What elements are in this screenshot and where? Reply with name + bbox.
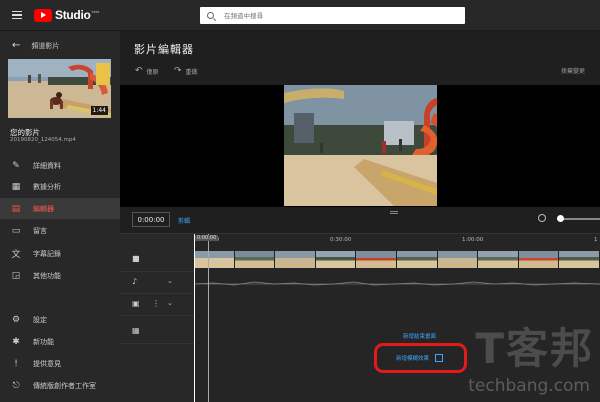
watermark-chinese: T客邦 <box>475 324 594 373</box>
ruler-tick: 1 <box>594 237 598 243</box>
video-preview[interactable] <box>120 85 600 207</box>
clip-frame <box>518 251 560 268</box>
highlight-annotation <box>374 343 467 373</box>
resize-handle[interactable] <box>390 211 398 214</box>
undo-label: 復原 <box>146 68 159 76</box>
blur-grid-icon: ▦ <box>132 326 140 335</box>
redo-label: 重做 <box>185 68 198 76</box>
clip-frame <box>559 251 600 268</box>
film-icon: ▤ <box>11 203 21 214</box>
sidebar-item-classic-studio[interactable]: ⎋ 傳統版創作者工作室 <box>0 375 120 396</box>
undo-button[interactable]: ↶ 復原 <box>135 66 159 76</box>
endscreen-track-label: ▣ ⋮ ⌄ <box>120 294 194 316</box>
sidebar-item-label: 其他功能 <box>33 271 61 280</box>
youtube-play-icon <box>34 8 52 22</box>
pencil-icon: ✎ <box>12 160 20 171</box>
time-ruler[interactable]: 0:00:00 0:30:00 1:00:00 1 <box>194 234 600 246</box>
video-camera-icon: ■ <box>132 254 140 263</box>
sidebar-item-label: 傳統版創作者工作室 <box>33 381 96 390</box>
sidebar-item-analytics[interactable]: ▦ 數據分析 <box>0 176 120 197</box>
clip-frame <box>315 251 357 268</box>
sidebar-item-subtitles[interactable]: 文 字幕記錄 <box>0 243 120 264</box>
trim-marker[interactable] <box>208 234 209 402</box>
blur-track-label: ▦ <box>120 316 194 344</box>
logo-text: Studio <box>55 8 91 22</box>
video-track-label: ■ <box>120 246 194 272</box>
clip-frame <box>356 251 397 268</box>
sidebar-item-label: 數據分析 <box>33 182 61 191</box>
comment-icon: ▭ <box>11 225 21 236</box>
clip-frame <box>437 251 479 268</box>
chevron-down-icon[interactable]: ⌄ <box>167 277 173 285</box>
music-note-icon: ♪ <box>132 277 138 286</box>
page-title: 影片編輯器 <box>134 43 194 56</box>
sidebar-item-settings[interactable]: ⚙ 設定 <box>0 309 120 330</box>
back-arrow-icon: ← <box>12 40 21 51</box>
analytics-icon: ▦ <box>11 181 21 192</box>
sidebar-item-feedback[interactable]: ! 提供意見 <box>0 353 120 374</box>
sidebar-item-label: 新功能 <box>33 337 54 346</box>
video-thumbnail[interactable]: 1:44 <box>8 59 111 118</box>
back-label: 頻道影片 <box>31 41 60 50</box>
timecode-field[interactable]: 0:00:00 <box>132 212 170 227</box>
sidebar-item-other[interactable]: ◲ 其他功能 <box>0 265 120 286</box>
sidebar-item-label: 詳細資料 <box>33 161 61 170</box>
playhead[interactable] <box>194 234 195 402</box>
menu-icon[interactable] <box>12 11 22 19</box>
back-to-videos[interactable]: ← 頻道影片 <box>12 40 59 51</box>
studio-logo[interactable]: Studio beta <box>34 8 99 22</box>
sidebar-item-label: 提供意見 <box>33 359 61 368</box>
undo-icon: ↶ <box>135 66 143 76</box>
feedback-icon: ! <box>14 358 18 369</box>
clip-frame <box>234 251 276 268</box>
sidebar-item-comments[interactable]: ▭ 留言 <box>0 220 120 241</box>
redo-button[interactable]: ↷ 重做 <box>174 66 198 76</box>
timeline-toolbar: 0:00:00 剪輯 <box>120 207 600 233</box>
new-features-icon: ✱ <box>12 336 20 347</box>
ruler-tick: 1:00:00 <box>462 237 484 243</box>
add-end-screen-button[interactable]: 新增結束畫面 <box>403 332 436 340</box>
sidebar-item-editor[interactable]: ▤ 編輯器 <box>0 198 120 219</box>
ruler-tick: 0:30:00 <box>330 237 352 243</box>
gear-icon: ⚙ <box>11 314 21 325</box>
sidebar-item-label: 編輯器 <box>33 204 54 213</box>
top-app-bar: Studio beta <box>0 0 600 31</box>
sidebar: ← 頻道影片 1:44 您的影片 20190820_124054.mp4 ✎ 詳… <box>0 31 120 402</box>
search-bar[interactable] <box>200 7 465 24</box>
other-features-icon: ◲ <box>11 270 21 281</box>
search-input[interactable] <box>224 11 424 20</box>
audio-track-label: ♪ ⌄ <box>120 272 194 294</box>
preview-frame <box>284 85 437 206</box>
clip-frame <box>275 251 316 268</box>
track-labels: ■ ♪ ⌄ ▣ ⋮ ⌄ ▦ <box>120 234 194 402</box>
playhead-time: 0:00:00 <box>195 235 219 241</box>
chevron-down-icon[interactable]: ⌄ <box>167 299 173 307</box>
discard-changes-button[interactable]: 捨棄變更 <box>561 66 585 75</box>
logo-beta: beta <box>91 10 100 14</box>
sidebar-item-label: 字幕記錄 <box>33 249 61 258</box>
zoom-icon <box>538 214 546 222</box>
zoom-slider-knob[interactable] <box>557 215 564 222</box>
audio-waveform[interactable] <box>194 272 600 296</box>
trim-button[interactable]: 剪輯 <box>178 216 190 225</box>
end-screen-icon: ▣ <box>132 299 140 308</box>
clip-frame <box>396 251 438 268</box>
watermark-latin: techbang.com <box>468 376 590 396</box>
sidebar-item-label: 設定 <box>33 315 47 324</box>
sidebar-item-label: 留言 <box>33 226 47 235</box>
preview-image <box>284 85 437 206</box>
redo-icon: ↷ <box>174 66 182 76</box>
search-icon <box>207 12 214 19</box>
video-filename: 20190820_124054.mp4 <box>10 137 76 143</box>
clip-frame <box>194 251 235 268</box>
clip-frame <box>478 251 519 268</box>
classic-studio-icon: ⎋ <box>12 380 20 391</box>
sidebar-item-details[interactable]: ✎ 詳細資料 <box>0 155 120 176</box>
duration-badge: 1:44 <box>90 106 108 115</box>
more-options-icon[interactable]: ⋮ <box>152 299 160 308</box>
video-clip-strip[interactable] <box>194 251 600 268</box>
sidebar-item-whats-new[interactable]: ✱ 新功能 <box>0 331 120 352</box>
translate-icon: 文 <box>11 250 21 260</box>
